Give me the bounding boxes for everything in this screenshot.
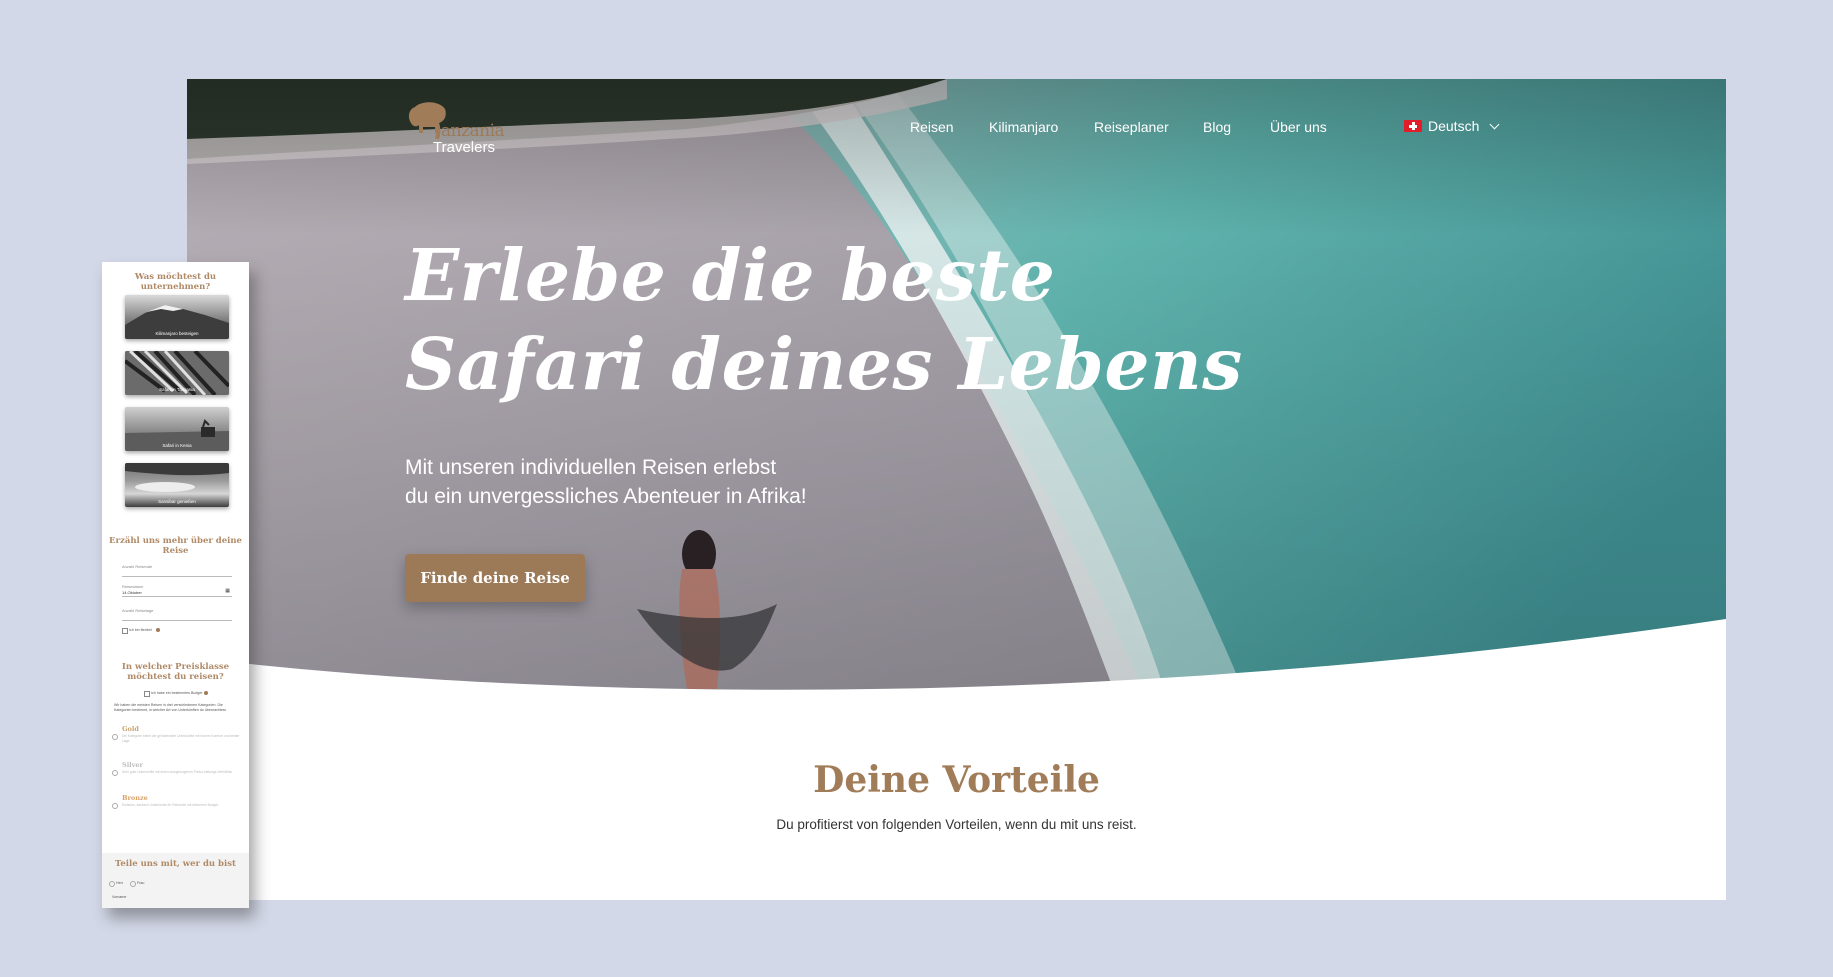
form-question-price-class: In welcher Preisklasse möchtest du reise… <box>121 662 230 682</box>
tier-gold-radio[interactable] <box>112 734 118 740</box>
tier-silver-radio[interactable] <box>112 770 118 776</box>
tier-silver-name: Silver <box>122 761 143 769</box>
info-dot-icon[interactable] <box>204 691 208 695</box>
website-frame: anzania Travelers Reisen Kilimanjaro Rei… <box>187 79 1726 900</box>
nav-item-reisen[interactable]: Reisen <box>910 119 954 135</box>
tier-gold-name: Gold <box>122 725 139 733</box>
field-label: Reisedatum <box>122 584 144 589</box>
salutation-herr-label: Herr <box>116 881 123 885</box>
language-label: Deutsch <box>1428 118 1480 134</box>
benefits-subtitle: Du profitierst von folgenden Vorteilen, … <box>776 817 1137 832</box>
tier-bronze-radio[interactable] <box>112 803 118 809</box>
field-label: Anzahl Reisetage <box>122 608 154 613</box>
first-name-field-label[interactable]: Vorname <box>112 895 126 899</box>
swiss-flag-icon <box>1404 120 1422 132</box>
flexible-checkbox[interactable] <box>122 628 128 634</box>
activity-tile-safari-kenya[interactable]: Safari in Kenia <box>125 407 229 451</box>
hero-headline-line-1: Erlebe die beste <box>405 233 1056 317</box>
budget-checkbox[interactable] <box>144 691 150 697</box>
calendar-icon[interactable]: ▦ <box>225 588 230 594</box>
flexible-label: Ich bin flexibel <box>129 628 152 632</box>
hero-subline-line-2: du ein unvergessliches Abenteuer in Afri… <box>405 485 807 508</box>
activity-tile-label: Sansibar genießen <box>158 499 196 504</box>
salutation-frau-radio[interactable] <box>130 881 136 887</box>
travelers-count-field[interactable]: Anzahl Reisende <box>122 564 232 577</box>
activity-tile-label: Safari in Tansania <box>159 387 195 392</box>
tiers-intro-text: Wir haben die meisten Reisen in drei ver… <box>114 703 227 712</box>
tier-silver-text: Sehr gute Unterkünfte mit einem ausgewog… <box>122 770 233 774</box>
find-trip-button[interactable]: Finde deine Reise <box>405 554 585 602</box>
tier-bronze-name: Bronze <box>122 794 148 802</box>
activity-tile-label: Kilimanjaro besteigen <box>155 331 199 336</box>
nav-item-blog[interactable]: Blog <box>1203 119 1231 135</box>
brand-logo[interactable]: anzania Travelers <box>405 99 515 159</box>
salutation-herr-radio[interactable] <box>109 881 115 887</box>
field-value: 14.Oktober <box>122 590 142 595</box>
activity-tile-kilimanjaro[interactable]: Kilimanjaro besteigen <box>125 295 229 339</box>
hero-section: anzania Travelers Reisen Kilimanjaro Rei… <box>187 79 1726 699</box>
form-question-trip-details: Erzähl uns mehr über deine Reise <box>109 536 242 556</box>
nav-item-ueber-uns[interactable]: Über uns <box>1270 119 1327 135</box>
language-selector[interactable]: Deutsch <box>1404 118 1500 134</box>
hero-subline-line-1: Mit unseren individuellen Reisen erlebst <box>405 456 777 479</box>
form-question-who: Teile uns mit, wer du bist <box>115 859 236 869</box>
travel-date-field[interactable]: Reisedatum 14.Oktober ▦ <box>122 584 232 597</box>
form-personal-section: Teile uns mit, wer du bist Herr Frau Vor… <box>102 853 249 908</box>
nav-item-reiseplaner[interactable]: Reiseplaner <box>1094 119 1169 135</box>
hero-bottom-curve <box>187 619 1726 699</box>
activity-tile-zanzibar[interactable]: Sansibar genießen <box>125 463 229 507</box>
field-label: Anzahl Reisende <box>122 564 153 569</box>
travel-days-field[interactable]: Anzahl Reisetage <box>122 608 232 621</box>
activity-tile-safari-tanzania[interactable]: Safari in Tansania <box>125 351 229 395</box>
benefits-title: Deine Vorteile <box>813 759 1100 801</box>
tier-bronze-text: Einfache, saubere Unterkünfte für Reisen… <box>122 803 219 807</box>
hero-headline-line-2: Safari deines Lebens <box>405 322 1243 406</box>
logo-wordmark-travelers: Travelers <box>433 139 495 156</box>
nav-item-kilimanjaro[interactable]: Kilimanjaro <box>989 119 1058 135</box>
tier-gold-text: Die Kategorie bietet die gehobensten Unt… <box>122 734 240 743</box>
chevron-down-icon <box>1489 119 1500 129</box>
form-question-activity: Was möchtest du unternehmen? <box>134 272 217 292</box>
salutation-frau-label: Frau <box>137 881 145 885</box>
logo-wordmark-tanzania: anzania <box>441 121 505 141</box>
activity-tile-label: Safari in Kenia <box>162 443 192 448</box>
hero-subline: Mit unseren individuellen Reisen erlebst… <box>405 453 807 511</box>
info-dot-icon[interactable] <box>156 628 160 632</box>
trip-planner-form-panel: Was möchtest du unternehmen? Kilimanjaro… <box>102 262 249 908</box>
hero-headline: Erlebe die beste Safari deines Lebens <box>405 231 1243 409</box>
budget-label: Ich habe ein bestimmtes Budget <box>151 691 203 695</box>
